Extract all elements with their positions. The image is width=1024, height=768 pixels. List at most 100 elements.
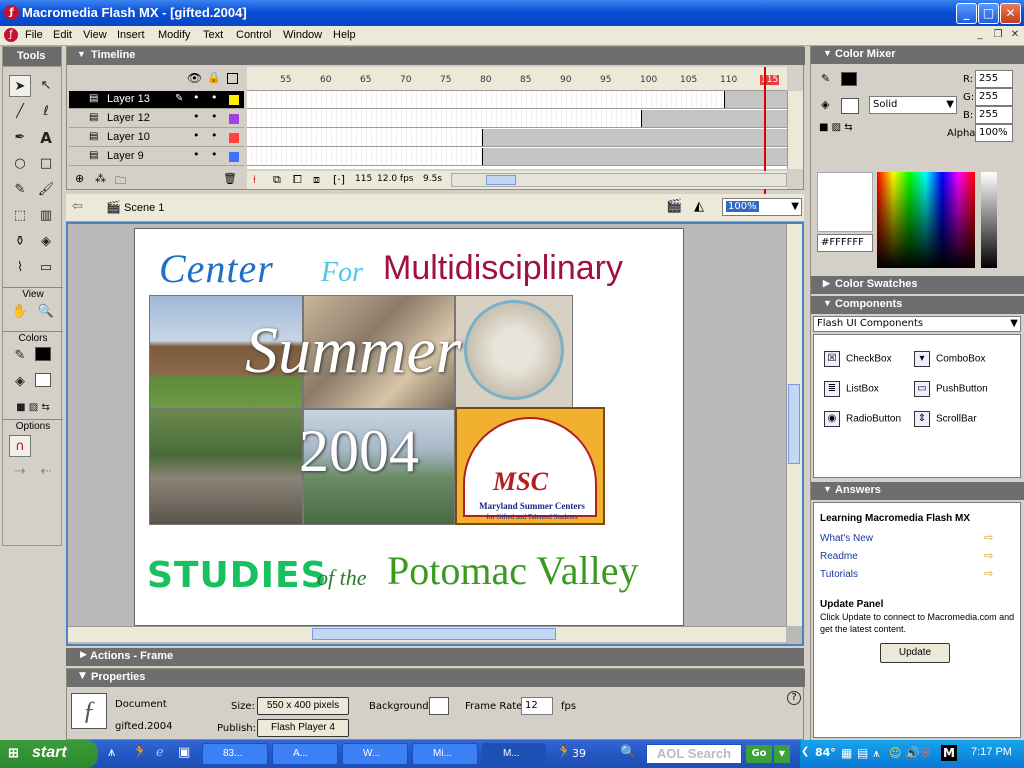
menu-control[interactable]: Control (236, 29, 271, 41)
weather-temp[interactable]: 84° (815, 746, 836, 759)
shield-icon[interactable]: ⛨ (921, 746, 930, 761)
layer-row[interactable]: ▤ Layer 10 • • (69, 129, 244, 147)
motion-tween[interactable] (724, 91, 787, 108)
lock-dot[interactable]: • (211, 129, 218, 142)
back-arrow-icon[interactable]: ⇦ (72, 199, 83, 214)
search-icon[interactable]: 🔍 (620, 745, 636, 760)
zoom-select[interactable]: 100% ▼ (722, 198, 802, 216)
menu-edit[interactable]: Edit (53, 29, 72, 41)
lock-dot[interactable]: • (211, 91, 218, 104)
swap-colors-icon[interactable]: ■ ▨ ⇆ (7, 397, 59, 419)
task-button[interactable]: W... (342, 743, 408, 765)
quicklaunch-runner-icon[interactable]: 🏃 (132, 745, 148, 760)
insert-folder-icon[interactable]: 🗀 (115, 172, 126, 191)
layer-color-swatch[interactable] (229, 133, 239, 143)
visible-dot[interactable]: • (193, 110, 200, 123)
lasso-tool-icon[interactable]: ℓ (35, 101, 57, 123)
task-button-flash[interactable]: M... (482, 743, 546, 765)
go-button[interactable]: Go (746, 745, 772, 763)
menu-modify[interactable]: Modify (158, 29, 190, 41)
quicklaunch-ie-icon[interactable]: ℯ (156, 745, 164, 760)
hscroll-thumb[interactable] (312, 628, 556, 640)
doc-close-button[interactable]: ✕ (1007, 29, 1023, 43)
component-combobox[interactable]: ▾ ComboBox (914, 351, 985, 367)
stage-vscrollbar[interactable] (786, 224, 802, 626)
component-set-select[interactable]: Flash UI Components ▼ (813, 316, 1021, 332)
start-button[interactable]: ⊞ start (0, 740, 98, 768)
m-app-icon[interactable]: M (941, 745, 957, 761)
frame-rate-input[interactable]: 12 (521, 697, 553, 715)
layer-row[interactable]: ▤ Layer 9 • • (69, 148, 244, 166)
background-color-swatch[interactable] (429, 697, 449, 715)
component-checkbox[interactable]: ☒ CheckBox (824, 351, 892, 367)
red-input[interactable]: 255 (975, 70, 1013, 88)
center-frame-icon[interactable]: ⍿ (253, 173, 256, 187)
lock-dot[interactable]: • (211, 110, 218, 123)
color-mixer-header[interactable]: ▼ Color Mixer (811, 46, 1024, 64)
hscroll-thumb[interactable] (486, 175, 516, 185)
timeline-header[interactable]: ▼ Timeline (67, 47, 805, 65)
frame-row[interactable] (247, 110, 787, 128)
edit-multiple-icon[interactable]: ⧈ (313, 173, 320, 187)
line-tool-icon[interactable]: ╱ (9, 101, 31, 123)
fill-color-swatch[interactable] (35, 373, 51, 387)
link-tutorials[interactable]: Tutorials (820, 569, 858, 580)
tray-back-icon[interactable]: ❮ (801, 746, 809, 757)
size-button[interactable]: 550 x 400 pixels (257, 697, 349, 715)
help-icon[interactable]: ? (787, 691, 801, 705)
visible-dot[interactable]: • (193, 91, 200, 104)
lock-icon[interactable]: 🔒 (207, 71, 221, 84)
components-header[interactable]: ▼ Components (811, 296, 1024, 314)
link-readme[interactable]: Readme (820, 551, 858, 562)
arrow-tool-icon[interactable]: ➤ (9, 75, 31, 97)
oval-tool-icon[interactable]: ○ (9, 153, 31, 175)
menu-insert[interactable]: Insert (117, 29, 145, 41)
menu-text[interactable]: Text (203, 29, 223, 41)
maximize-button[interactable]: □ (978, 3, 999, 24)
update-button[interactable]: Update (880, 643, 950, 663)
stage-canvas[interactable]: Center For Multidisciplinary MSC Marylan… (134, 228, 684, 626)
actions-panel-header[interactable]: ▶ Actions - Frame (66, 648, 804, 666)
stroke-color-icon[interactable]: ✎ (9, 345, 31, 367)
swap-icon[interactable]: ■ ▨ ⇆ (819, 122, 853, 133)
modify-markers-icon[interactable]: [·] (333, 173, 345, 186)
component-radiobutton[interactable]: ◉ RadioButton (824, 411, 901, 427)
external-link-icon[interactable]: ⇨ (984, 531, 993, 544)
layer-row[interactable]: ▤ Layer 13 ✎ • • (69, 91, 244, 109)
quicklaunch-aim-icon[interactable]: ⩚ (108, 745, 115, 760)
brightness-slider[interactable] (981, 172, 997, 268)
paint-bucket-tool-icon[interactable]: ◈ (35, 231, 57, 253)
trash-icon[interactable]: 🗑 (223, 172, 237, 185)
color-spectrum[interactable] (877, 172, 975, 268)
color-swatches-header[interactable]: ▶ Color Swatches (811, 276, 1024, 294)
volume-icon[interactable]: 🔊 (905, 746, 920, 760)
aim-tray-icon[interactable]: ⩚ (873, 746, 880, 761)
eraser-tool-icon[interactable]: ▭ (35, 257, 57, 279)
close-button[interactable]: ✕ (1000, 3, 1021, 24)
timeline-vscrollbar[interactable] (787, 91, 803, 169)
frame-row[interactable] (247, 148, 787, 166)
component-listbox[interactable]: ≣ ListBox (824, 381, 879, 397)
eye-icon[interactable]: 👁 (187, 71, 202, 85)
text-tool-icon[interactable]: A (35, 127, 57, 149)
network-icon[interactable]: ▦ (841, 746, 852, 760)
stroke-color-swatch[interactable] (35, 347, 51, 361)
ink-bottle-tool-icon[interactable]: ⚱ (9, 231, 31, 253)
edit-scene-icon[interactable]: 🎬 (666, 199, 682, 214)
stage-hscrollbar[interactable] (68, 626, 786, 642)
frame-row[interactable] (247, 129, 787, 147)
external-link-icon[interactable]: ⇨ (984, 549, 993, 562)
timeline-hscrollbar[interactable] (451, 173, 787, 187)
menu-help[interactable]: Help (333, 29, 356, 41)
onion-outline-icon[interactable]: ⧠ (293, 173, 302, 187)
answers-header[interactable]: ▼ Answers (811, 482, 1024, 500)
doc-restore-button[interactable]: ❐ (990, 29, 1006, 43)
runner-icon[interactable]: 🏃 (556, 745, 572, 760)
fill-transform-tool-icon[interactable]: ▥ (35, 205, 57, 227)
visible-dot[interactable]: • (193, 129, 200, 142)
layer-row[interactable]: ▤ Layer 12 • • (69, 110, 244, 128)
fill-type-select[interactable]: Solid ▼ (869, 96, 957, 114)
lock-dot[interactable]: • (211, 148, 218, 161)
green-input[interactable]: 255 (975, 88, 1013, 106)
straighten-icon[interactable]: ⇠ (35, 461, 57, 483)
